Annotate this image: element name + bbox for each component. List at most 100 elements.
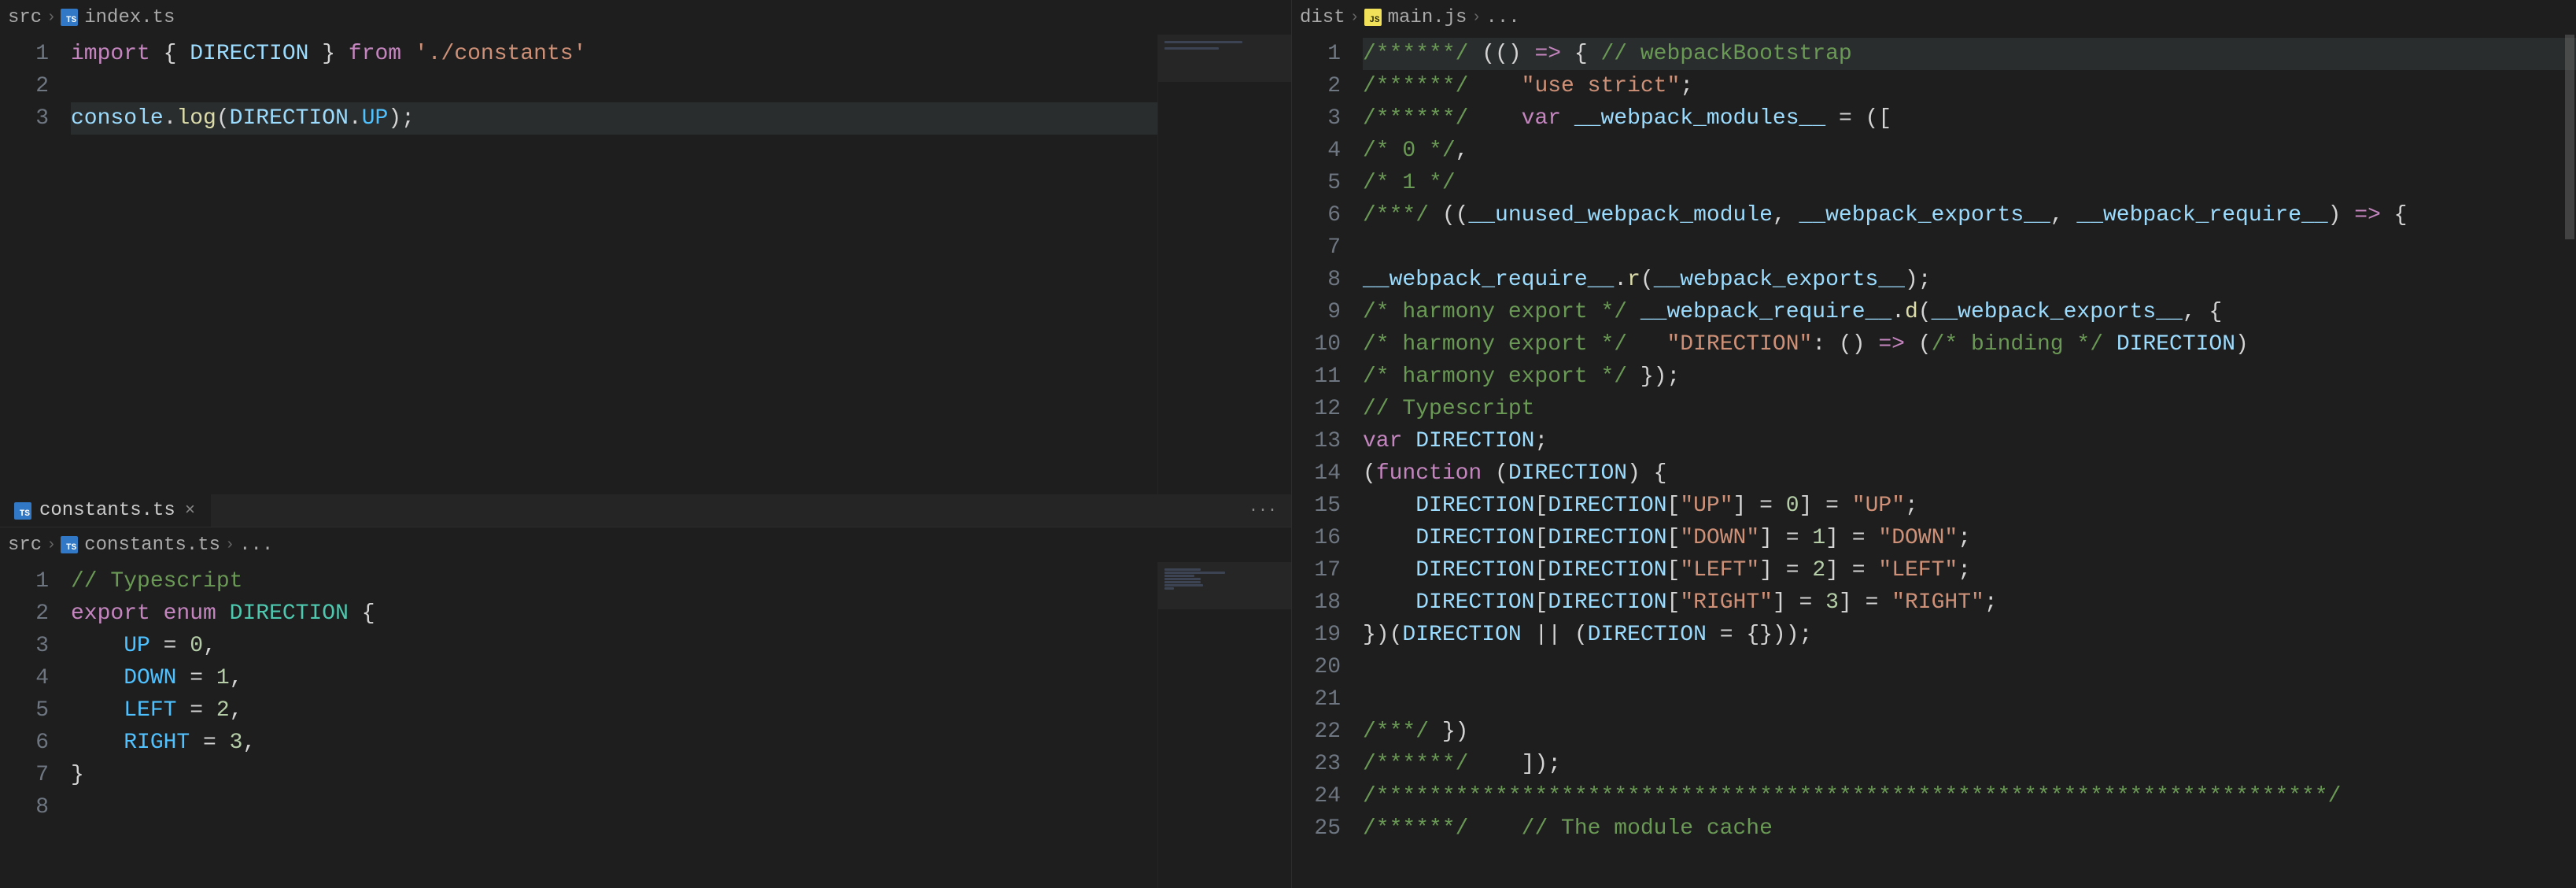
- typescript-icon: TS: [14, 502, 31, 520]
- line-number: 2: [3, 598, 49, 630]
- line-number: 7: [3, 759, 49, 791]
- code-line[interactable]: var DIRECTION;: [1363, 425, 2576, 457]
- editor-body[interactable]: 12345678 // Typescriptexport enum DIRECT…: [0, 562, 1291, 888]
- code-line[interactable]: /* harmony export */ __webpack_require__…: [1363, 296, 2576, 328]
- typescript-icon: TS: [61, 536, 78, 553]
- javascript-icon: JS: [1364, 9, 1382, 26]
- line-number: 12: [1295, 393, 1341, 425]
- line-number: 1: [3, 565, 49, 598]
- editor-constants: TS constants.ts × ··· src › TS constants…: [0, 494, 1291, 888]
- code-line[interactable]: }: [71, 759, 1157, 791]
- line-number: 25: [1295, 812, 1341, 845]
- chevron-right-icon: ›: [225, 536, 234, 554]
- chevron-right-icon: ›: [1350, 9, 1360, 27]
- minimap[interactable]: [1157, 35, 1291, 494]
- typescript-icon: TS: [61, 9, 78, 26]
- line-number: 6: [3, 727, 49, 759]
- code-line[interactable]: [71, 791, 1157, 823]
- close-icon[interactable]: ×: [183, 501, 197, 520]
- breadcrumb-ellipsis[interactable]: ...: [239, 535, 273, 556]
- code-line[interactable]: DIRECTION[DIRECTION["UP"] = 0] = "UP";: [1363, 490, 2576, 522]
- line-number: 10: [1295, 328, 1341, 361]
- breadcrumb-folder[interactable]: src: [8, 7, 42, 28]
- editor-body[interactable]: 123 import { DIRECTION } from './constan…: [0, 35, 1291, 494]
- line-number: 17: [1295, 554, 1341, 586]
- code-line[interactable]: /* harmony export */ "DIRECTION": () => …: [1363, 328, 2576, 361]
- breadcrumb-file[interactable]: JS main.js: [1364, 7, 1467, 28]
- code-line[interactable]: /***/ ((__unused_webpack_module, __webpa…: [1363, 199, 2576, 231]
- code-line[interactable]: [1363, 231, 2576, 264]
- breadcrumb-file[interactable]: TS index.ts: [61, 7, 175, 28]
- chevron-right-icon: ›: [1471, 9, 1481, 27]
- left-editor-group: src › TS index.ts 123 import { DIRECTION…: [0, 0, 1292, 888]
- code-line[interactable]: [1363, 651, 2576, 683]
- code-line[interactable]: /******/ (() => { // webpackBootstrap: [1363, 38, 2576, 70]
- code-area[interactable]: // Typescriptexport enum DIRECTION { UP …: [71, 562, 1157, 888]
- breadcrumb-ellipsis[interactable]: ...: [1485, 7, 1519, 28]
- code-line[interactable]: /******/ var __webpack_modules__ = ([: [1363, 102, 2576, 135]
- code-line[interactable]: __webpack_require__.r(__webpack_exports_…: [1363, 264, 2576, 296]
- line-number: 1: [3, 38, 49, 70]
- tab-bar: TS constants.ts × ···: [0, 494, 1291, 527]
- code-line[interactable]: [71, 70, 1157, 102]
- code-line[interactable]: DIRECTION[DIRECTION["RIGHT"] = 3] = "RIG…: [1363, 586, 2576, 619]
- code-line[interactable]: RIGHT = 3,: [71, 727, 1157, 759]
- line-number: 14: [1295, 457, 1341, 490]
- tab-actions: ···: [1249, 501, 1291, 520]
- line-number: 4: [3, 662, 49, 694]
- line-number: 19: [1295, 619, 1341, 651]
- code-line[interactable]: // Typescript: [1363, 393, 2576, 425]
- line-number: 16: [1295, 522, 1341, 554]
- code-line[interactable]: (function (DIRECTION) {: [1363, 457, 2576, 490]
- code-line[interactable]: DIRECTION[DIRECTION["DOWN"] = 1] = "DOWN…: [1363, 522, 2576, 554]
- minimap[interactable]: [1157, 562, 1291, 888]
- minimap-content: [1164, 568, 1285, 590]
- breadcrumb-folder[interactable]: dist: [1300, 7, 1345, 28]
- code-line[interactable]: /* harmony export */ });: [1363, 361, 2576, 393]
- line-number: 9: [1295, 296, 1341, 328]
- line-number: 8: [1295, 264, 1341, 296]
- code-area[interactable]: /******/ (() => { // webpackBootstrap/**…: [1363, 35, 2576, 888]
- line-number: 5: [3, 694, 49, 727]
- code-line[interactable]: export enum DIRECTION {: [71, 598, 1157, 630]
- editor-body[interactable]: 1234567891011121314151617181920212223242…: [1292, 35, 2576, 888]
- code-line[interactable]: LEFT = 2,: [71, 694, 1157, 727]
- code-line[interactable]: /******/ ]);: [1363, 748, 2576, 780]
- breadcrumb-file[interactable]: TS constants.ts: [61, 535, 220, 556]
- code-line[interactable]: /* 0 */,: [1363, 135, 2576, 167]
- code-line[interactable]: /******/ // The module cache: [1363, 812, 2576, 845]
- code-line[interactable]: /* 1 */: [1363, 167, 2576, 199]
- minimap-content: [1164, 41, 1285, 50]
- breadcrumb-folder[interactable]: src: [8, 535, 42, 556]
- more-actions-icon[interactable]: ···: [1249, 501, 1277, 520]
- code-line[interactable]: })(DIRECTION || (DIRECTION = {}));: [1363, 619, 2576, 651]
- code-line[interactable]: /***/ }): [1363, 716, 2576, 748]
- breadcrumb[interactable]: dist › JS main.js › ...: [1292, 0, 2576, 35]
- tab-constants[interactable]: TS constants.ts ×: [0, 494, 211, 527]
- line-number: 6: [1295, 199, 1341, 231]
- code-line[interactable]: DIRECTION[DIRECTION["LEFT"] = 2] = "LEFT…: [1363, 554, 2576, 586]
- code-line[interactable]: [1363, 683, 2576, 716]
- code-line[interactable]: /***************************************…: [1363, 780, 2576, 812]
- line-number: 22: [1295, 716, 1341, 748]
- breadcrumb[interactable]: src › TS constants.ts › ...: [0, 527, 1291, 562]
- code-line[interactable]: console.log(DIRECTION.UP);: [71, 102, 1157, 135]
- line-number: 3: [3, 102, 49, 135]
- scrollbar-vertical[interactable]: [2562, 35, 2576, 888]
- code-line[interactable]: import { DIRECTION } from './constants': [71, 38, 1157, 70]
- editor-layout: src › TS index.ts 123 import { DIRECTION…: [0, 0, 2576, 888]
- line-gutter: 123: [0, 35, 71, 494]
- code-line[interactable]: // Typescript: [71, 565, 1157, 598]
- breadcrumb[interactable]: src › TS index.ts: [0, 0, 1291, 35]
- editor-index: src › TS index.ts 123 import { DIRECTION…: [0, 0, 1291, 494]
- line-number: 13: [1295, 425, 1341, 457]
- scrollbar-thumb[interactable]: [2565, 35, 2574, 239]
- line-number: 7: [1295, 231, 1341, 264]
- line-gutter: 1234567891011121314151617181920212223242…: [1292, 35, 1363, 888]
- line-number: 11: [1295, 361, 1341, 393]
- code-line[interactable]: DOWN = 1,: [71, 662, 1157, 694]
- code-area[interactable]: import { DIRECTION } from './constants' c…: [71, 35, 1157, 494]
- chevron-right-icon: ›: [46, 9, 56, 27]
- code-line[interactable]: UP = 0,: [71, 630, 1157, 662]
- code-line[interactable]: /******/ "use strict";: [1363, 70, 2576, 102]
